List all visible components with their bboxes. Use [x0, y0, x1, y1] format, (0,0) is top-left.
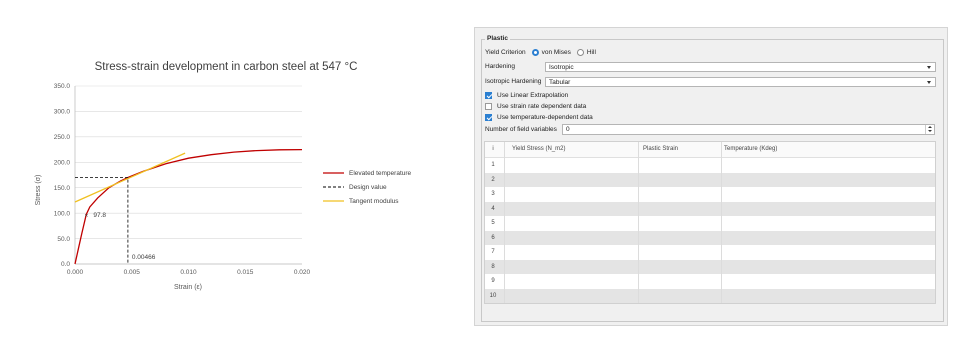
chart-area: Stress-strain development in carbon stee… — [0, 0, 470, 339]
checkbox-unchecked-icon[interactable] — [485, 103, 492, 110]
y-tick-label: 350.0 — [54, 83, 71, 90]
group-title: Plastic — [485, 35, 510, 42]
table-row[interactable]: 8 — [485, 259, 935, 274]
hill-radio[interactable] — [576, 49, 584, 56]
chevron-down-icon[interactable] — [927, 66, 931, 69]
spin-up-icon[interactable] — [928, 126, 932, 128]
chevron-down-icon[interactable] — [927, 81, 931, 84]
x-tick-label: 0.020 — [294, 269, 311, 276]
hardening-label: Hardening — [485, 63, 515, 70]
yield-criterion-label: Yield Criterion — [485, 49, 526, 56]
plastic-data-table[interactable]: i Yield Stress (N_m2) Plastic Strain Tem… — [484, 141, 936, 304]
checkbox-strain-rate[interactable]: Use strain rate dependent data — [485, 101, 586, 112]
table-row[interactable]: 7 — [485, 245, 935, 260]
field-vars-value: 0 — [566, 126, 570, 133]
hill-label[interactable]: Hill — [587, 49, 596, 56]
row-number: 10 — [489, 292, 497, 299]
row-number: 4 — [491, 205, 495, 212]
chart-annotations: × 97.8 0.00466 — [84, 212, 155, 261]
x-tick-label: 0.000 — [67, 269, 84, 276]
von-mises-label[interactable]: von Mises — [542, 49, 571, 56]
y-tick-label: 0.0 — [61, 261, 70, 268]
column-divider — [638, 142, 639, 303]
row-number: 1 — [491, 162, 495, 168]
chart-axes: 0.0 50.0 100.0 150.0 200.0 250.0 300.0 350.0 0.0… — [54, 83, 311, 276]
stress-strain-chart: Stress-strain development in carbon stee… — [35, 61, 412, 291]
y-tick-label: 250.0 — [54, 134, 71, 141]
checkbox-label[interactable]: Use strain rate dependent data — [497, 103, 586, 110]
yield-criterion-row: Yield Criterion von Mises Hill — [485, 47, 596, 58]
y-tick-label: 150.0 — [54, 185, 71, 192]
y-axis-label: Stress (σ) — [35, 175, 42, 206]
iso-hardening-row: Isotropic Hardening — [485, 76, 541, 87]
legend-label: Design value — [349, 184, 387, 191]
table-row[interactable]: 5 — [485, 216, 935, 231]
y-tick-label: 50.0 — [57, 236, 70, 243]
row-number: 5 — [491, 220, 495, 226]
iso-hardening-value: Tabular — [549, 78, 571, 86]
y-tick-label: 200.0 — [54, 159, 71, 166]
x-axis-label: Strain (ε) — [174, 284, 202, 291]
column-divider — [504, 142, 505, 303]
von-mises-radio[interactable] — [531, 49, 539, 56]
table-row[interactable]: 3 — [485, 187, 935, 202]
table-row[interactable]: 1 — [485, 158, 935, 173]
checkbox-temperature[interactable]: Use temperature-dependent data — [485, 112, 593, 123]
checkbox-checked-icon[interactable] — [485, 92, 492, 99]
table-row[interactable]: 10 — [485, 288, 935, 303]
corner-header: i — [492, 146, 494, 152]
y-tick-label: 100.0 — [54, 210, 71, 217]
hardening-value: Isotropic — [549, 63, 574, 71]
row-number: 6 — [491, 234, 495, 241]
field-vars-label: Number of field variables — [485, 126, 557, 133]
spin-buttons[interactable] — [925, 125, 934, 134]
chart-title: Stress-strain development in carbon stee… — [95, 61, 358, 73]
annotation-label: 0.00466 — [132, 254, 156, 261]
row-number: 8 — [491, 263, 495, 270]
series-elevated-temperature — [74, 148, 303, 265]
table-row[interactable]: 9 — [485, 274, 935, 289]
legend-label: Tangent modulus — [349, 198, 399, 205]
x-tick-label: 0.015 — [237, 269, 254, 276]
hardening-combo[interactable]: Isotropic — [545, 62, 936, 72]
field-vars-spinbox[interactable]: 0 — [562, 124, 935, 135]
column-header-yield-stress[interactable]: Yield Stress (N_m2) — [508, 142, 565, 157]
x-tick-label: 0.005 — [124, 269, 141, 276]
iso-hardening-label: Isotropic Hardening — [485, 78, 542, 85]
plastic-properties-panel: Plastic Yield Criterion von Mises Hill H… — [474, 27, 948, 326]
y-tick-label: 300.0 — [54, 109, 71, 116]
iso-hardening-combo[interactable]: Tabular — [545, 77, 936, 87]
table-row[interactable]: 4 — [485, 201, 935, 216]
column-header-plastic-strain[interactable]: Plastic Strain — [639, 142, 678, 157]
row-number: 3 — [491, 191, 495, 197]
row-number: 9 — [491, 278, 495, 284]
checkbox-linear-extrapolation[interactable]: Use Linear Extrapolation — [485, 90, 568, 101]
column-divider — [721, 142, 722, 303]
annotation-marker: × — [84, 212, 88, 219]
annotation-label: 97.8 — [93, 212, 106, 219]
checkbox-checked-icon[interactable] — [485, 114, 492, 121]
hardening-row: Hardening — [485, 61, 515, 72]
spin-down-icon[interactable] — [928, 130, 932, 132]
legend-label: Elevated temperature — [349, 170, 412, 177]
table-header: i Yield Stress (N_m2) Plastic Strain Tem… — [485, 142, 935, 158]
row-number: 2 — [491, 176, 495, 183]
chart-series — [74, 148, 303, 265]
field-vars-row: Number of field variables — [485, 124, 557, 135]
chart-grid — [75, 85, 302, 265]
table-row[interactable]: 2 — [485, 172, 935, 187]
chart-legend: Elevated temperature Design value Tangent … — [323, 170, 412, 205]
checkbox-label[interactable]: Use temperature-dependent data — [497, 114, 593, 121]
x-tick-label: 0.010 — [180, 269, 197, 276]
row-number: 7 — [491, 249, 495, 255]
checkbox-label[interactable]: Use Linear Extrapolation — [497, 92, 568, 99]
column-header-temperature[interactable]: Temperature (Kdeg) — [720, 142, 777, 157]
table-row[interactable]: 6 — [485, 230, 935, 245]
